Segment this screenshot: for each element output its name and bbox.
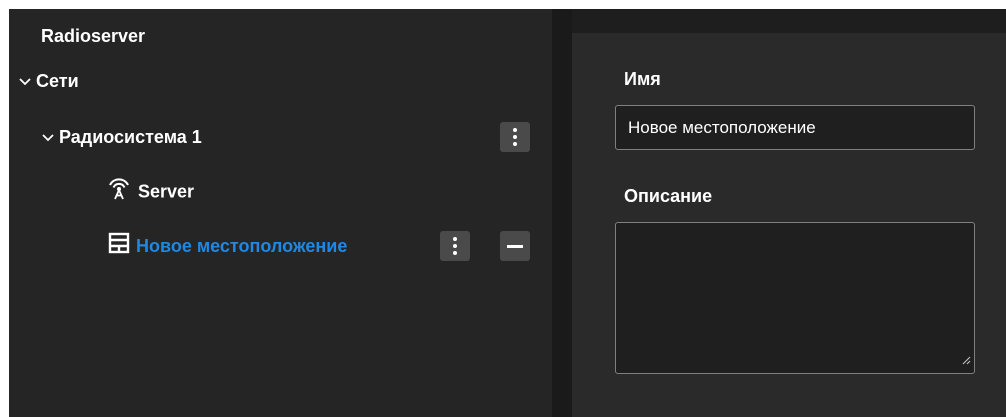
tree-item-radiosystem-label: Радиосистема 1 [59, 127, 202, 147]
antenna-icon [106, 176, 132, 209]
radiosystem-more-button[interactable] [500, 122, 530, 152]
tree-item-location-label: Новое местоположение [136, 236, 348, 256]
location-building-icon [108, 232, 130, 263]
tree-item-networks[interactable]: Сети [19, 66, 79, 96]
chevron-down-icon[interactable] [19, 77, 31, 87]
tree-item-server[interactable]: Server [106, 176, 194, 206]
remove-location-button[interactable] [500, 231, 530, 261]
navigation-tree: Radioserver Сети Радиосистема 1 Server Н… [9, 9, 552, 417]
description-label: Описание [624, 186, 713, 206]
details-panel: Имя Описание [572, 33, 1006, 417]
tree-item-location[interactable]: Новое местоположение [108, 231, 347, 261]
tree-item-server-label: Server [138, 181, 195, 202]
name-label: Имя [624, 69, 661, 89]
resize-grip-icon[interactable] [961, 352, 971, 370]
tree-item-networks-label: Сети [36, 71, 79, 91]
panel-splitter[interactable] [552, 9, 572, 417]
tree-root-label: Radioserver [41, 26, 146, 46]
description-field[interactable] [615, 222, 975, 374]
tree-root[interactable]: Radioserver [41, 21, 145, 51]
tree-item-radiosystem[interactable]: Радиосистема 1 [42, 122, 202, 152]
description-input[interactable] [615, 222, 975, 374]
location-more-button[interactable] [440, 231, 470, 261]
chevron-down-icon[interactable] [42, 133, 54, 143]
app-window: Radioserver Сети Радиосистема 1 Server Н… [9, 9, 1006, 417]
name-input[interactable] [615, 105, 975, 150]
